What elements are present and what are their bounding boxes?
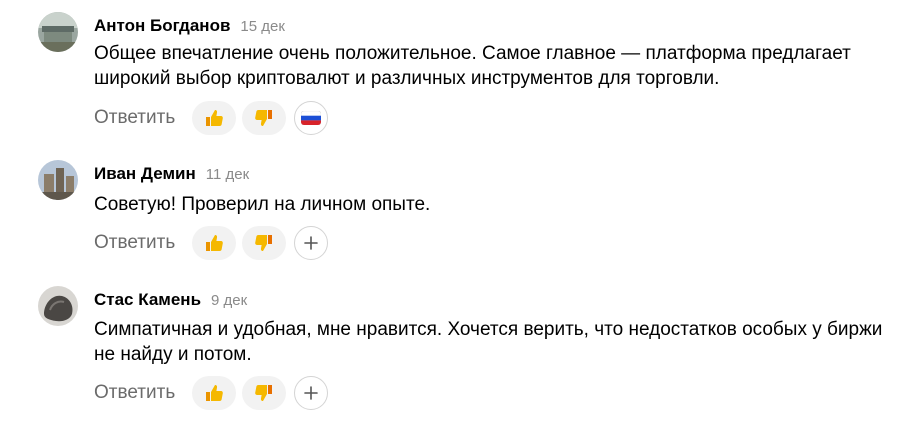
avatar[interactable]	[38, 160, 78, 200]
author-name[interactable]: Стас Камень	[94, 290, 201, 310]
author-name[interactable]: Антон Богданов	[94, 16, 230, 36]
reply-button[interactable]: Ответить	[94, 107, 192, 129]
comment-header: Стас Камень 9 дек	[94, 290, 247, 310]
dislike-button[interactable]	[242, 226, 286, 260]
flag-reaction-button[interactable]	[294, 101, 328, 135]
comment-header: Антон Богданов 15 дек	[94, 16, 285, 36]
comment-date: 11 дек	[205, 166, 250, 183]
author-name[interactable]: Иван Демин	[94, 164, 196, 184]
like-button[interactable]	[192, 101, 236, 135]
comment-actions: Ответить	[94, 376, 328, 410]
add-reaction-button[interactable]	[294, 376, 328, 410]
comment-text: Симпатичная и удобная, мне нравится. Хоч…	[94, 319, 883, 365]
add-reaction-button[interactable]	[294, 226, 328, 260]
comment-date: 9 дек	[211, 292, 248, 309]
dislike-button[interactable]	[242, 101, 286, 135]
thumbs-down-icon	[253, 382, 275, 404]
reply-button[interactable]: Ответить	[94, 382, 192, 404]
comment-text: Советую! Проверил на личном опыте.	[94, 194, 431, 215]
comment-actions: Ответить	[94, 226, 328, 260]
comment-date: 15 дек	[240, 18, 285, 35]
thumbs-up-icon	[203, 107, 225, 129]
thumbs-up-icon	[203, 382, 225, 404]
comment-header: Иван Демин 11 дек	[94, 164, 249, 184]
plus-icon	[304, 386, 318, 400]
dislike-button[interactable]	[242, 376, 286, 410]
plus-icon	[304, 236, 318, 250]
reply-button[interactable]: Ответить	[94, 232, 192, 254]
avatar[interactable]	[38, 286, 78, 326]
thumbs-down-icon	[253, 232, 275, 254]
comment-text: Общее впечатление очень положительное. С…	[94, 43, 851, 89]
thumbs-up-icon	[203, 232, 225, 254]
avatar[interactable]	[38, 12, 78, 52]
like-button[interactable]	[192, 376, 236, 410]
russian-flag-icon	[301, 111, 321, 125]
comment-actions: Ответить	[94, 101, 328, 135]
like-button[interactable]	[192, 226, 236, 260]
thumbs-down-icon	[253, 107, 275, 129]
